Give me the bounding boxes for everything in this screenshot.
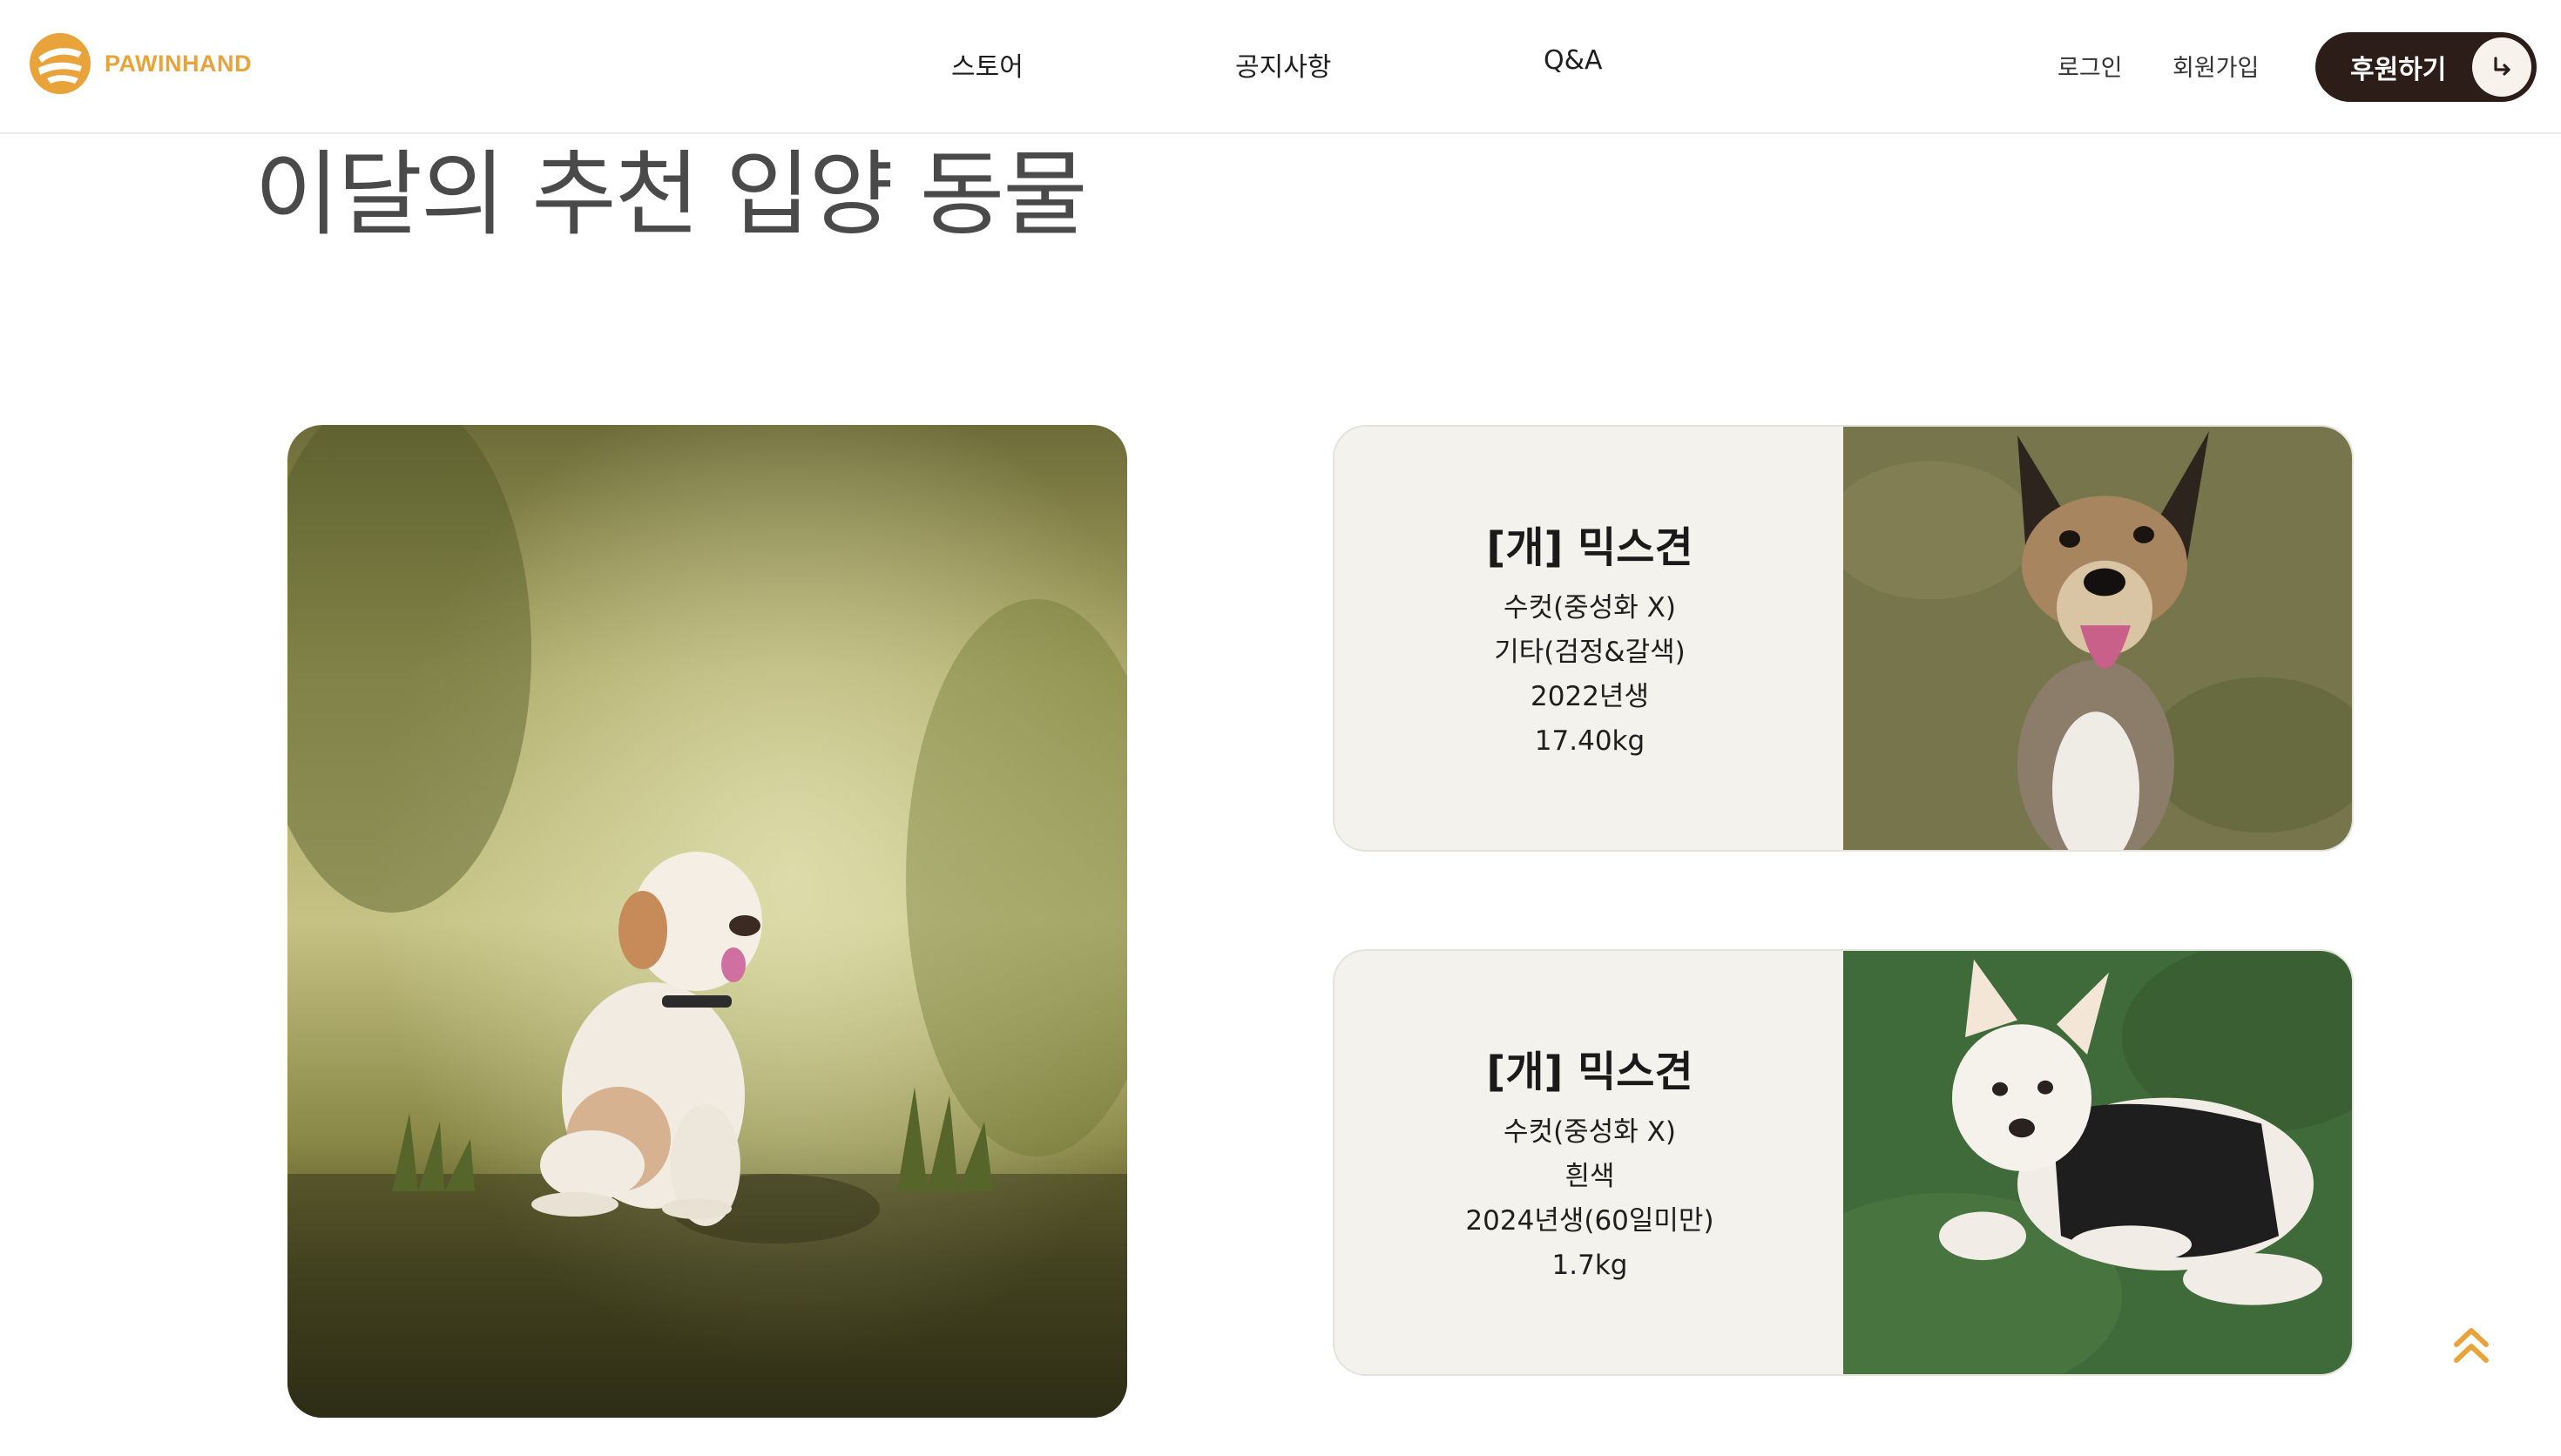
site-header: PAWINHAND 스토어 공지사항 Q&A 로그인 회원가입 후원하기 (0, 0, 2561, 134)
animal-color: 기타(검정&갈색) (1494, 637, 1686, 668)
donate-circle (2472, 37, 2531, 97)
adoption-card[interactable]: [개] 믹스견 수컷(중성화 X) 기타(검정&갈색) 2022년생 17.40… (1333, 425, 2354, 852)
animal-weight: 1.7kg (1551, 1250, 1628, 1281)
card-photo (1843, 427, 2352, 850)
animal-color: 흰색 (1564, 1161, 1615, 1192)
logo-text: PAWINHAND (105, 50, 252, 77)
card-info: [개] 믹스견 수컷(중성화 X) 기타(검정&갈색) 2022년생 17.40… (1335, 427, 1845, 850)
double-chevron-up-icon[interactable] (2450, 1324, 2493, 1367)
arrow-return-icon (2494, 57, 2510, 76)
nav-store[interactable]: 스토어 (951, 45, 1024, 84)
shepherd-mix-dog-on-grass-photo (1843, 427, 2352, 850)
animal-birth-year: 2024년생(60일미만) (1465, 1205, 1714, 1237)
nav-qna[interactable]: Q&A (1544, 45, 1603, 76)
nav-notice[interactable]: 공지사항 (1235, 45, 1331, 84)
donate-label: 후원하기 (2350, 55, 2447, 85)
hand-paw-logo-icon (30, 33, 91, 94)
page-title: 이달의 추천 입양 동물 (254, 141, 1088, 248)
poodle-sitting-in-forest-photo (287, 425, 1127, 1418)
card-info: [개] 믹스견 수컷(중성화 X) 흰색 2024년생(60일미만) 1.7kg (1335, 951, 1845, 1374)
animal-gender: 수컷(중성화 X) (1503, 1116, 1676, 1148)
animal-birth-year: 2022년생 (1531, 681, 1649, 712)
animal-weight: 17.40kg (1534, 725, 1645, 757)
card-photo (1843, 951, 2352, 1374)
adoption-card[interactable]: [개] 믹스견 수컷(중성화 X) 흰색 2024년생(60일미만) 1.7kg (1333, 949, 2354, 1376)
featured-animal-photo[interactable] (287, 425, 1127, 1418)
donate-button[interactable]: 후원하기 (2315, 32, 2537, 102)
animal-name: [개] 믹스견 (1486, 1048, 1693, 1096)
animal-gender: 수컷(중성화 X) (1503, 592, 1676, 624)
white-puppy-in-black-sweater-photo (1843, 951, 2352, 1374)
animal-name: [개] 믹스견 (1486, 523, 1693, 572)
signup-link[interactable]: 회원가입 (2172, 49, 2259, 83)
login-link[interactable]: 로그인 (2058, 49, 2123, 83)
logo[interactable]: PAWINHAND (28, 31, 252, 96)
